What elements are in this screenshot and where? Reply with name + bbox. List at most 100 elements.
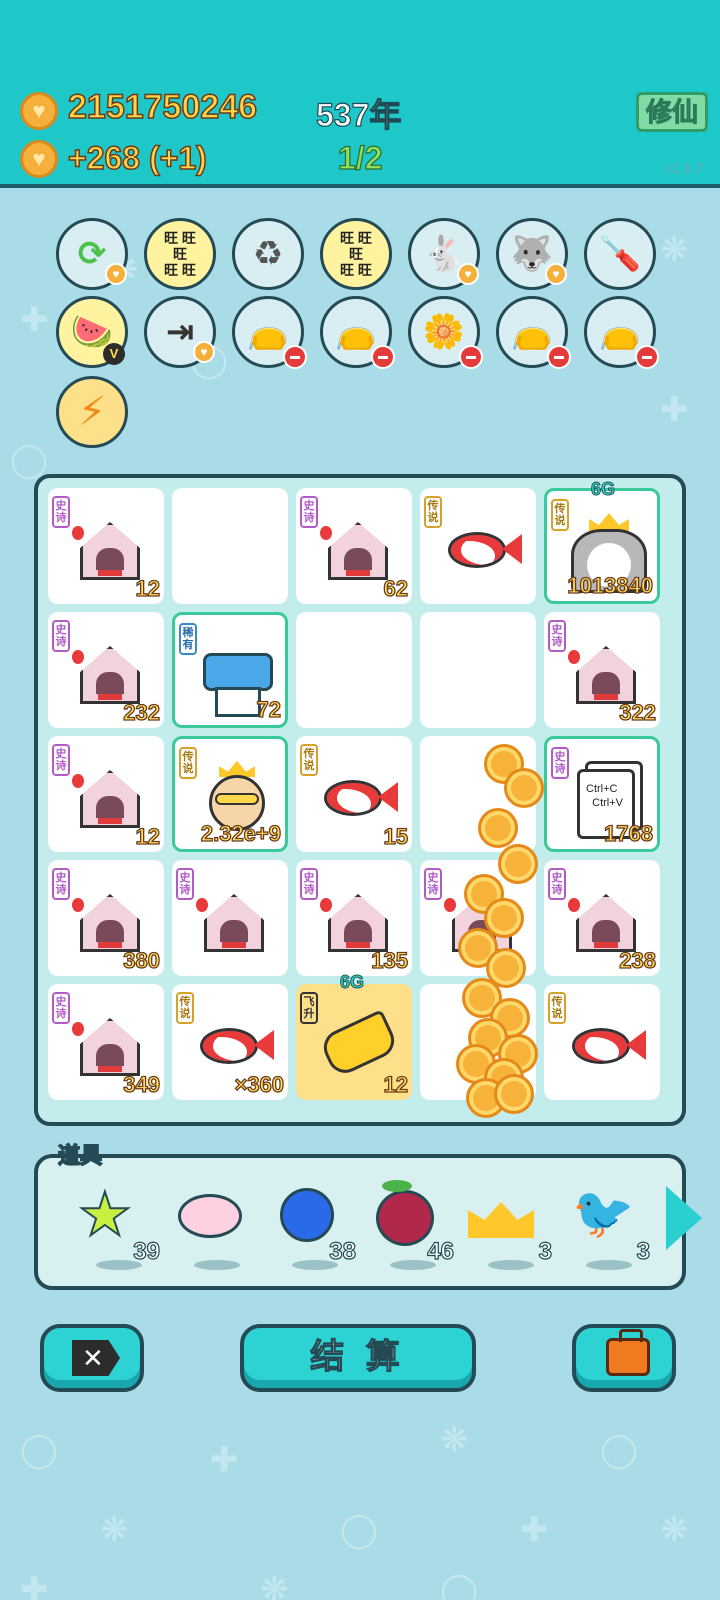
ctrl-v-label: Ctrl+V	[592, 797, 623, 809]
crown-icon	[468, 1202, 534, 1238]
cell-count: 322	[619, 699, 657, 725]
rarity-tag: 史诗	[424, 868, 442, 900]
bag-skill-button-1[interactable]: 👝	[232, 296, 307, 369]
cell-count: 62	[383, 575, 409, 601]
settle-button[interactable]: 结 算	[240, 1324, 476, 1392]
item-shadow	[488, 1260, 534, 1270]
item-piggy-bank[interactable]	[172, 1180, 260, 1278]
cell-count: 1013840	[567, 572, 654, 598]
board-cell[interactable]: 史诗 322	[544, 612, 660, 728]
level-badge: 6G	[590, 479, 616, 500]
wang-skill-button-2[interactable]: 旺 旺旺旺 旺	[320, 218, 392, 290]
item-count: 3	[636, 1237, 651, 1265]
bag-icon: 👝	[334, 313, 378, 351]
item-count: 39	[133, 1237, 161, 1265]
cell-count: 72	[256, 696, 282, 722]
coin-icon	[20, 92, 58, 130]
remove-icon[interactable]	[371, 345, 395, 369]
board-cell[interactable]: 传说 2.32e+9	[172, 736, 288, 852]
wang-skill-button[interactable]: 旺 旺旺旺 旺	[144, 218, 216, 290]
coin-icon	[498, 844, 538, 884]
cultivate-button[interactable]: 修仙	[636, 92, 708, 132]
coin-total: 2151750246	[67, 87, 258, 127]
scroll-right-arrow-icon[interactable]	[666, 1186, 702, 1250]
items-panel: ★ 39 38 46 3 🐦 3	[34, 1154, 686, 1290]
flower-skill-button[interactable]: 🌼	[408, 296, 483, 369]
remove-icon[interactable]	[459, 345, 483, 369]
board-cell[interactable]: 史诗 232	[48, 612, 164, 728]
board-cell[interactable]: 传说	[544, 984, 660, 1100]
cell-count: 12	[135, 823, 161, 849]
item-count: 3	[538, 1237, 553, 1265]
bag-skill-button-3[interactable]: 👝	[496, 296, 571, 369]
coin-income-icon	[20, 140, 58, 178]
board-cell[interactable]: 史诗 135	[296, 860, 412, 976]
fruit-skill-button[interactable]: 🍉 V	[56, 296, 128, 368]
piggy-bank-icon	[178, 1194, 242, 1238]
rabbit-skill-button[interactable]: 🐇 ♥	[408, 218, 480, 290]
item-count: 46	[427, 1237, 455, 1265]
board-cell[interactable]	[296, 612, 412, 728]
rarity-tag: 史诗	[548, 620, 566, 652]
remove-icon[interactable]	[547, 345, 571, 369]
board-cell[interactable]: 史诗 380	[48, 860, 164, 976]
cell-count: 15	[383, 823, 409, 849]
board-cell[interactable]: 传说 ×360	[172, 984, 288, 1100]
vip-badge-icon: V	[103, 343, 125, 365]
blueberry-icon	[280, 1188, 334, 1242]
board-cell[interactable]: 传说 15	[296, 736, 412, 852]
rarity-tag: 稀有	[179, 623, 197, 655]
flower-pot-icon: 🌼	[422, 313, 466, 351]
recycle-bag-skill-button[interactable]: ♻	[232, 218, 304, 290]
close-button[interactable]: ✕	[40, 1324, 144, 1392]
trash-bag-icon: ♻	[252, 235, 284, 273]
board-cell[interactable]	[420, 612, 536, 728]
board-cell[interactable]: 稀有 72	[172, 612, 288, 728]
board-cell[interactable]: 史诗	[172, 860, 288, 976]
refresh-skill-button[interactable]: ⟳ ♥	[56, 218, 128, 290]
item-crown[interactable]: 3	[466, 1180, 554, 1278]
year-counter: 537年	[315, 96, 402, 133]
rarity-tag: 传说	[176, 992, 194, 1024]
backpack-button[interactable]	[572, 1324, 676, 1392]
board-cell[interactable]: 史诗 12	[48, 488, 164, 604]
heart-badge-icon: ♥	[105, 263, 127, 285]
screwdriver-skill-button[interactable]: 🪛	[584, 218, 656, 290]
board-cell[interactable]: 传说	[420, 488, 536, 604]
board-cell[interactable]: 史诗 62	[296, 488, 412, 604]
board-cell[interactable]	[172, 488, 288, 604]
rarity-tag: 传说	[551, 499, 569, 531]
rarity-tag: 史诗	[52, 992, 70, 1024]
board-cell[interactable]: 6G 飞升 12	[296, 972, 412, 1100]
lightning-skill-button[interactable]: ⚡	[56, 376, 128, 448]
item-blueberry[interactable]: 38	[270, 1180, 358, 1278]
rabbit-house-icon	[192, 880, 276, 960]
remove-icon[interactable]	[283, 345, 307, 369]
board-cell[interactable]: 史诗 238	[544, 860, 660, 976]
board-cell[interactable]: 6G 传说 1013840	[544, 479, 660, 604]
rarity-tag: 史诗	[300, 868, 318, 900]
bag-icon: 👝	[510, 313, 554, 351]
rarity-tag: 史诗	[548, 868, 566, 900]
item-bayberry[interactable]: 46	[368, 1180, 456, 1278]
husky-skill-button[interactable]: 🐺 ♥	[496, 218, 568, 290]
bag-skill-button-2[interactable]: 👝	[320, 296, 395, 369]
remove-icon[interactable]	[635, 345, 659, 369]
rarity-tag: 传说	[179, 747, 197, 779]
board-cell[interactable]: 史诗 349	[48, 984, 164, 1100]
item-star[interactable]: ★ 39	[74, 1180, 162, 1278]
bag-skill-button-4[interactable]: 👝	[584, 296, 659, 369]
cell-count: 12	[383, 1071, 409, 1097]
merge-board: 史诗 12 史诗 62 传说 6G 传说 1013840 史诗 232 稀有 72 史诗 322 史诗 12 传…	[34, 474, 686, 1126]
cell-count: ×360	[234, 1071, 285, 1097]
item-duck[interactable]: 🐦 3	[564, 1180, 652, 1278]
board-cell[interactable]: Ctrl+C Ctrl+V 史诗 1768	[544, 736, 660, 852]
skip-skill-button[interactable]: ⇥ ♥	[144, 296, 216, 368]
rarity-tag: 史诗	[52, 620, 70, 652]
item-shadow	[194, 1260, 240, 1270]
board-cell[interactable]: 史诗 12	[48, 736, 164, 852]
wang-grid-icon: 旺 旺旺旺 旺	[340, 230, 372, 278]
cell-count: 135	[371, 947, 409, 973]
cell-count: 380	[123, 947, 161, 973]
rarity-tag: 史诗	[52, 496, 70, 528]
